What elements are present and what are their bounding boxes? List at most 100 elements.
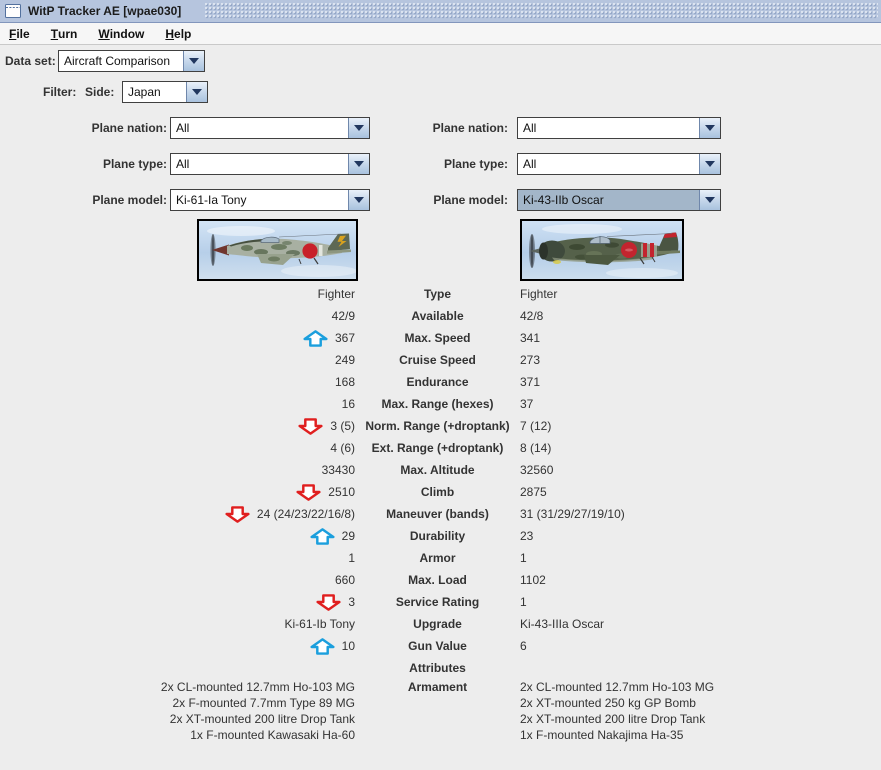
combo-value: All <box>171 118 348 138</box>
left-value: 2510 <box>0 483 355 501</box>
combo-value: Ki-61-Ia Tony <box>171 190 348 210</box>
right-value: 2x CL-mounted 12.7mm Ho-103 MG 2x XT-moun… <box>520 680 715 742</box>
left-value: 367 <box>0 329 355 347</box>
left-value: 42/9 <box>331 309 355 323</box>
stat-label: Max. Speed <box>404 331 471 345</box>
arrow-down-icon <box>298 417 323 435</box>
comparison-row: 367 Max. Speed 341 <box>0 327 881 349</box>
stat-label: Climb <box>420 485 455 499</box>
stat-label: Maneuver (bands) <box>386 507 489 521</box>
comparison-row: 3 (5) Norm. Range (+droptank) 7 (12) <box>0 415 881 437</box>
combo-value: All <box>518 154 699 174</box>
right-value: 8 (14) <box>520 441 552 455</box>
comparison-row: Fighter Type Fighter <box>0 283 881 305</box>
plane-type-label-left: Plane type: <box>102 157 167 171</box>
arrow-up-icon <box>310 527 335 545</box>
right-value: Fighter <box>520 287 558 301</box>
left-value: 660 <box>334 573 355 587</box>
arrow-down-icon <box>296 483 321 501</box>
stat-label: Endurance <box>406 375 469 389</box>
comparison-row: 249 Cruise Speed 273 <box>0 349 881 371</box>
left-value: Fighter <box>317 287 355 301</box>
arrow-up-icon <box>310 637 335 655</box>
left-value: Ki-61-Ib Tony <box>284 617 355 631</box>
comparison-row: Ki-61-Ib Tony Upgrade Ki-43-IIIa Oscar <box>0 613 881 635</box>
app-window: WitP Tracker AE [wpae030] File Turn Wind… <box>0 0 881 770</box>
titlebar-texture <box>205 3 878 19</box>
chevron-down-icon[interactable] <box>699 154 720 174</box>
menu-window[interactable]: Window <box>89 23 156 44</box>
combo-value: All <box>518 118 699 138</box>
right-value: 23 <box>520 529 534 543</box>
right-value: 37 <box>520 397 534 411</box>
aircraft-image-left <box>197 219 358 281</box>
right-value: 341 <box>520 331 541 345</box>
stat-label: Norm. Range (+droptank) <box>365 419 510 433</box>
left-value: 1 <box>348 551 355 565</box>
stat-label: Attributes <box>409 661 466 675</box>
combo-value: Ki-43-IIb Oscar <box>518 190 699 210</box>
comparison-row: 1 Armor 1 <box>0 547 881 569</box>
right-value: 6 <box>520 639 527 653</box>
stat-label: Durability <box>409 529 466 543</box>
comparison-row: 24 (24/23/22/16/8) Maneuver (bands) 31 (… <box>0 503 881 525</box>
dataset-combo[interactable]: Aircraft Comparison <box>58 50 205 72</box>
comparison-row: 16 Max. Range (hexes) 37 <box>0 393 881 415</box>
right-value: 2875 <box>520 485 547 499</box>
left-value: 168 <box>334 375 355 389</box>
dataset-label: Data set: <box>5 54 56 68</box>
right-value: Ki-43-IIIa Oscar <box>520 617 605 631</box>
window-title: WitP Tracker AE [wpae030] <box>28 4 182 18</box>
stat-label: Max. Load <box>408 573 467 587</box>
right-value: 371 <box>520 375 541 389</box>
right-value: 32560 <box>520 463 554 477</box>
chevron-down-icon[interactable] <box>699 118 720 138</box>
stat-label: Ext. Range (+droptank) <box>371 441 504 455</box>
combo-value: All <box>171 154 348 174</box>
left-value: 10 <box>0 637 355 655</box>
stat-label: Type <box>423 287 452 301</box>
comparison-row: 4 (6) Ext. Range (+droptank) 8 (14) <box>0 437 881 459</box>
menu-bar: File Turn Window Help <box>0 23 881 45</box>
comparison-row: 660 Max. Load 1102 <box>0 569 881 591</box>
left-value: 16 <box>341 397 355 411</box>
stat-label: Armament <box>407 680 468 694</box>
comparison-row: 42/9 Available 42/8 <box>0 305 881 327</box>
menu-turn[interactable]: Turn <box>42 23 90 44</box>
right-value: 7 (12) <box>520 419 552 433</box>
comparison-row: Attributes <box>0 657 881 679</box>
right-value: 31 (31/29/27/19/10) <box>520 507 625 521</box>
left-value: 249 <box>334 353 355 367</box>
menu-help[interactable]: Help <box>156 23 203 44</box>
plane-model-combo-right[interactable]: Ki-43-IIb Oscar <box>517 189 721 211</box>
plane-nation-label-right: Plane nation: <box>432 121 508 135</box>
chevron-down-icon[interactable] <box>699 190 720 210</box>
stat-label: Gun Value <box>408 639 467 653</box>
right-value: 1102 <box>520 573 546 587</box>
filter-label: Filter: <box>43 85 77 99</box>
comparison-row: 3 Service Rating 1 <box>0 591 881 613</box>
side-combo[interactable]: Japan <box>122 81 208 103</box>
left-value: 3 (5) <box>0 417 355 435</box>
stat-label: Max. Altitude <box>400 463 475 477</box>
stat-label: Cruise Speed <box>399 353 476 367</box>
stat-label: Service Rating <box>395 595 480 609</box>
title-bar[interactable]: WitP Tracker AE [wpae030] <box>0 0 881 23</box>
comparison-row: 2x CL-mounted 12.7mm Ho-103 MG 2x F-mount… <box>0 679 881 743</box>
right-value: 42/8 <box>520 309 544 323</box>
aircraft-image-right <box>520 219 684 281</box>
plane-type-label-right: Plane type: <box>443 157 508 171</box>
plane-model-label-left: Plane model: <box>92 193 167 207</box>
comparison-row: 33430 Max. Altitude 32560 <box>0 459 881 481</box>
chevron-down-icon[interactable] <box>183 51 204 71</box>
chevron-down-icon[interactable] <box>186 82 207 102</box>
plane-type-combo-right[interactable]: All <box>517 153 721 175</box>
plane-model-label-right: Plane model: <box>433 193 508 207</box>
arrow-up-icon <box>303 329 328 347</box>
comparison-table: Fighter Type Fighter 42/9 Available 42/8… <box>0 283 881 743</box>
left-value: 2x CL-mounted 12.7mm Ho-103 MG 2x F-mount… <box>160 680 355 742</box>
plane-nation-combo-right[interactable]: All <box>517 117 721 139</box>
menu-file[interactable]: File <box>0 23 42 44</box>
stat-label: Max. Range (hexes) <box>381 397 494 411</box>
right-value: 1 <box>520 595 527 609</box>
